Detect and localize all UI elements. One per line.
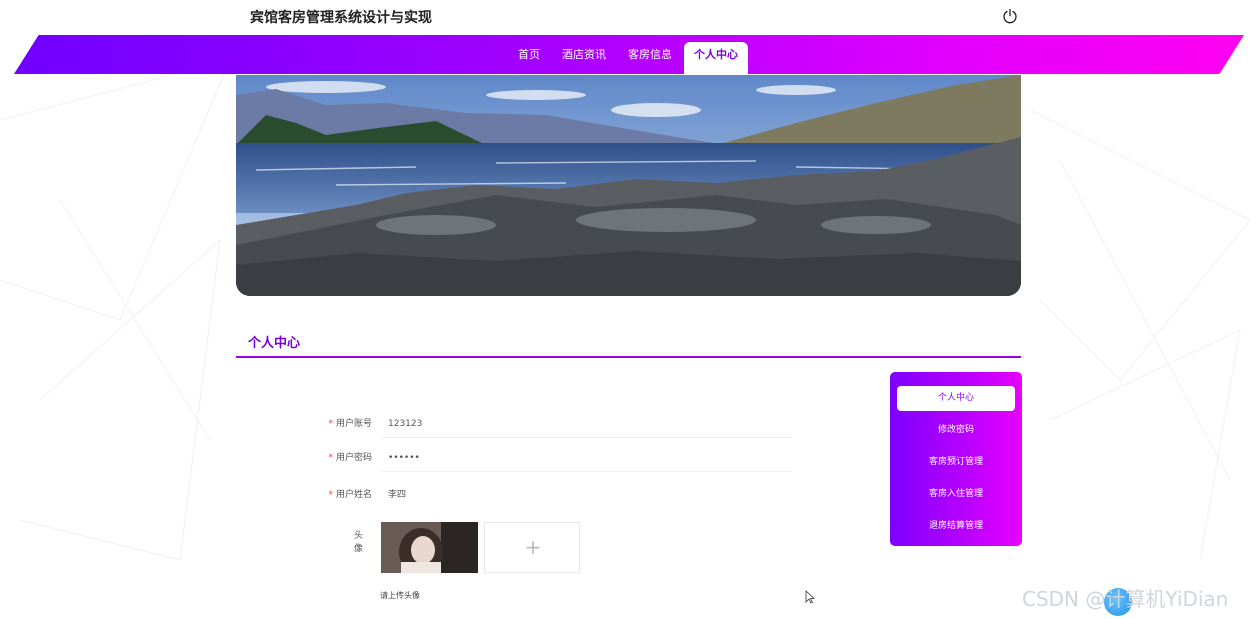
side-item-personal-center[interactable]: 个人中心	[897, 386, 1015, 411]
avatar-upload-button[interactable]: +	[484, 522, 580, 573]
form-row-realname: * 用户姓名 李四	[300, 477, 795, 509]
realname-label: * 用户姓名	[328, 490, 372, 500]
mouse-cursor-icon	[805, 590, 815, 604]
nav-item-room-info[interactable]: 客房信息	[618, 42, 682, 74]
nav-item-hotel-news[interactable]: 酒店资讯	[552, 42, 616, 74]
side-item-booking-management[interactable]: 客房预订管理	[897, 450, 1015, 475]
form-row-username: * 用户账号 123123	[300, 406, 795, 438]
watermark: CSDN @计算机YiDian	[1022, 587, 1229, 611]
avatar-image[interactable]	[381, 522, 478, 573]
password-label: * 用户密码	[328, 453, 372, 463]
plus-icon: +	[524, 535, 542, 559]
nav-item-home[interactable]: 首页	[508, 42, 550, 74]
form-row-password: * 用户密码 ••••••	[300, 440, 795, 472]
username-label: * 用户账号	[328, 419, 372, 429]
nav-item-personal-center[interactable]: 个人中心	[684, 42, 748, 74]
section-divider	[236, 356, 1021, 358]
section-title: 个人中心	[248, 336, 301, 351]
main-nav: 首页 酒店资讯 客房信息 个人中心	[508, 42, 750, 74]
power-icon[interactable]	[1002, 8, 1018, 24]
side-menu: 个人中心 修改密码 客房预订管理 客房入住管理 退房结算管理	[890, 372, 1022, 546]
top-bar: 宾馆客房管理系统设计与实现	[0, 0, 1258, 34]
realname-field[interactable]: 李四	[382, 477, 792, 509]
side-item-change-password[interactable]: 修改密码	[897, 418, 1015, 443]
side-item-checkin-management[interactable]: 客房入住管理	[897, 482, 1015, 507]
password-field[interactable]: ••••••	[382, 440, 792, 472]
site-title: 宾馆客房管理系统设计与实现	[250, 10, 432, 26]
username-field[interactable]: 123123	[382, 406, 792, 438]
side-item-checkout-management[interactable]: 退房结算管理	[897, 514, 1015, 539]
banner-image	[236, 75, 1021, 296]
avatar-label: 头像	[354, 531, 364, 554]
avatar-hint: 请上传头像	[380, 591, 420, 600]
